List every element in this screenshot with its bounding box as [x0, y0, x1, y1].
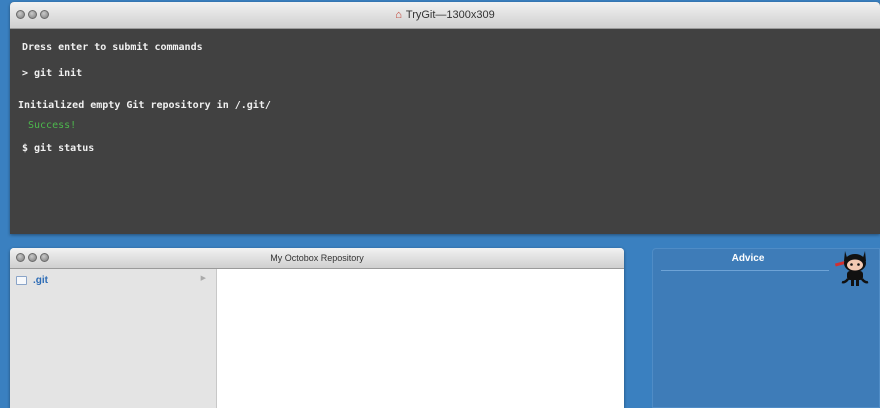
advice-panel: Advice	[652, 248, 880, 408]
file-name[interactable]: .git	[33, 275, 48, 286]
repository-content	[217, 269, 624, 408]
advice-divider	[661, 270, 829, 271]
terminal-hint: Dress enter to submit commands	[22, 42, 203, 53]
terminal-output: Initialized empty Git repository in /.gi…	[18, 100, 271, 111]
octocat-icon	[834, 251, 869, 286]
repository-titlebar[interactable]: My Octobox Repository	[10, 248, 624, 269]
terminal-console[interactable]: Dress enter to submit commands > git ini…	[10, 29, 880, 234]
terminal-window: ⌂ TryGit—1300x309 Dress enter to submit c…	[10, 2, 880, 234]
folder-icon	[16, 275, 27, 285]
repository-sidebar: .git ▶	[10, 269, 217, 408]
home-icon: ⌂	[395, 9, 402, 21]
repository-window: My Octobox Repository .git ▶	[10, 248, 624, 408]
terminal-success: Success!	[28, 120, 77, 131]
arrow-right-icon[interactable]: ▶	[201, 274, 206, 282]
terminal-titlebar[interactable]: ⌂ TryGit—1300x309	[10, 2, 880, 29]
advice-title: Advice	[731, 253, 765, 264]
terminal-title: TryGit—1300x309	[405, 9, 495, 21]
terminal-command: > git init	[22, 68, 83, 79]
repository-title: My Octobox Repository	[270, 253, 364, 263]
file-list-item[interactable]: .git ▶	[16, 273, 210, 287]
terminal-prompt-input[interactable]: $ git status	[22, 143, 94, 154]
